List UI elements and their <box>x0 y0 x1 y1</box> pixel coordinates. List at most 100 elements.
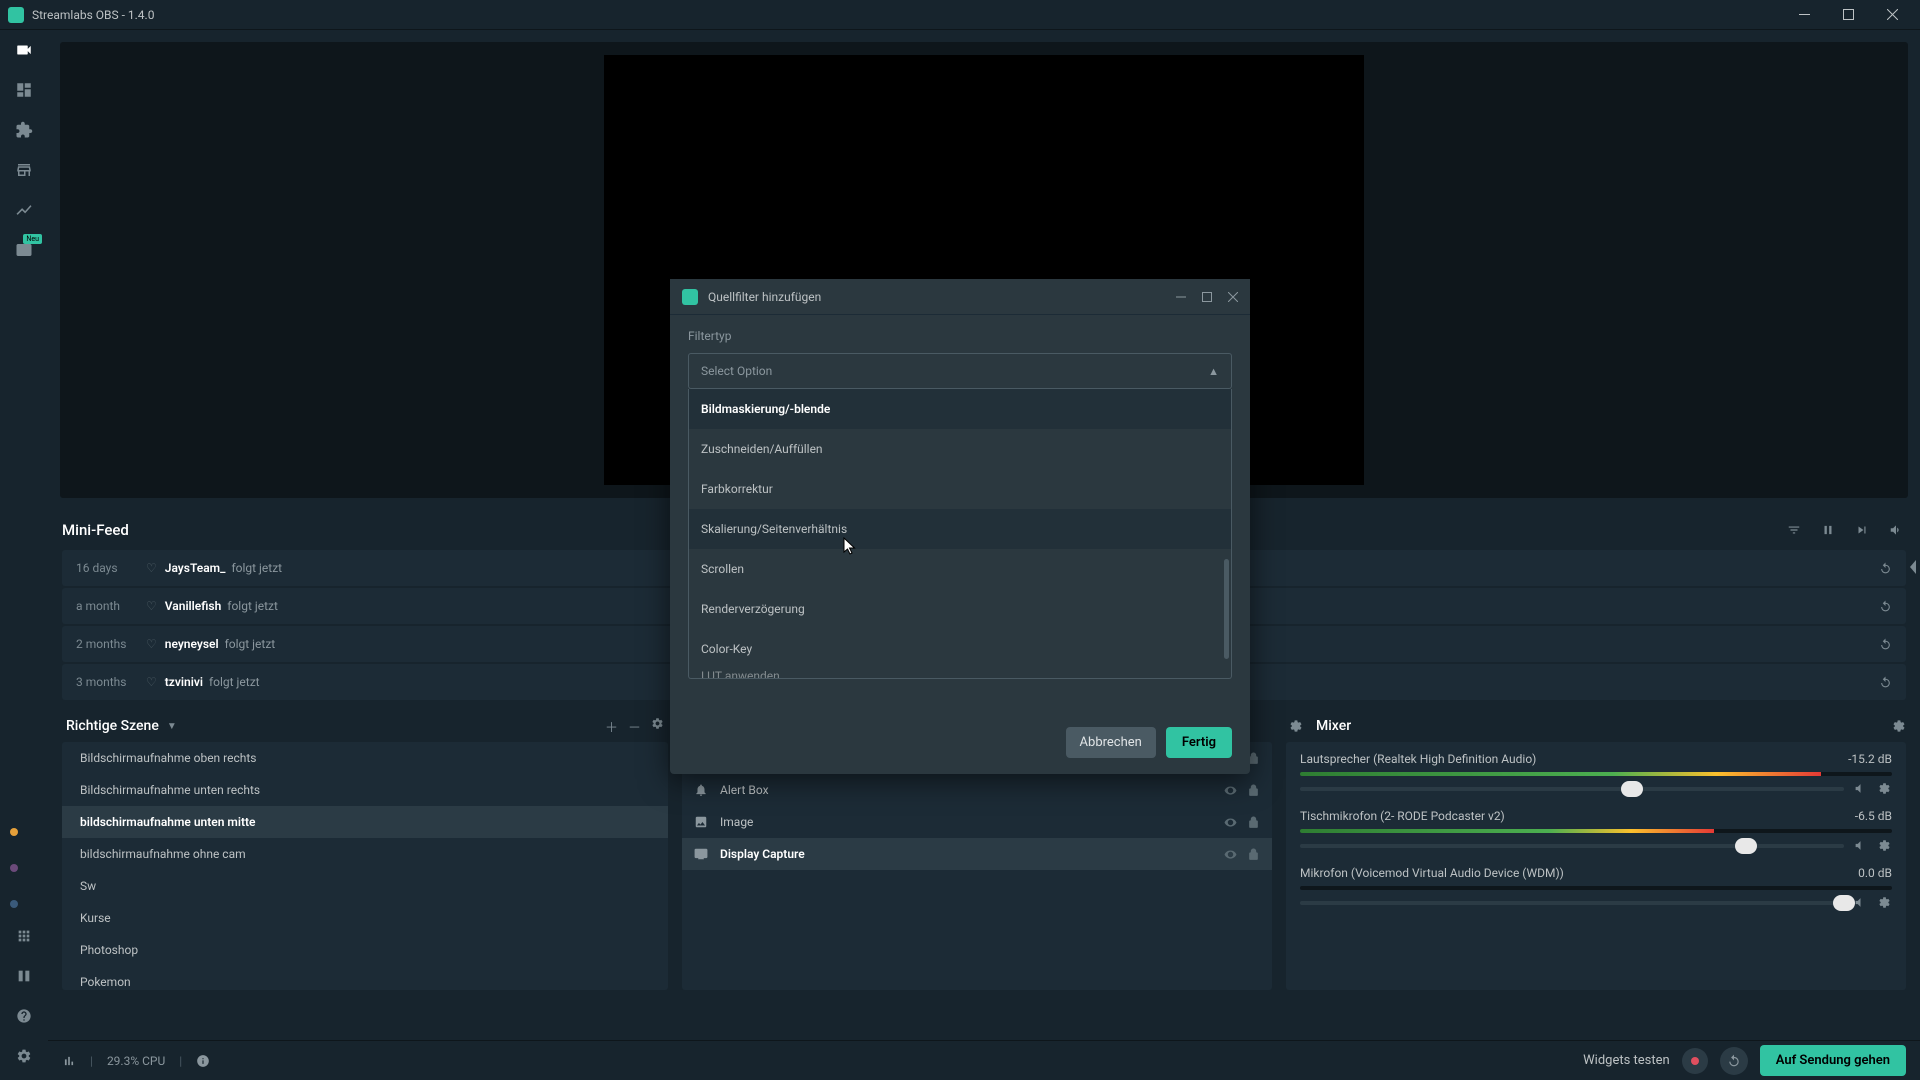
nav-apps-icon[interactable] <box>14 926 34 946</box>
nav-help-icon[interactable] <box>14 1006 34 1026</box>
slider-thumb[interactable] <box>1833 895 1855 911</box>
slider-thumb[interactable] <box>1735 838 1757 854</box>
filtertype-dropdown: Bildmaskierung/-blendeZuschneiden/Auffül… <box>688 389 1232 679</box>
filtertype-select[interactable]: Select Option ▲ <box>688 353 1232 389</box>
minifeed-volume-icon[interactable] <box>1886 520 1906 540</box>
minifeed-skip-icon[interactable] <box>1852 520 1872 540</box>
source-lock-icon[interactable] <box>1247 848 1260 861</box>
mixer-db-value: -15.2 dB <box>1848 752 1892 766</box>
window-minimize-button[interactable] <box>1784 1 1824 29</box>
modal-app-icon <box>682 289 698 305</box>
go-live-button[interactable]: Auf Sendung gehen <box>1760 1045 1906 1076</box>
dropdown-option[interactable]: Bildmaskierung/-blende <box>689 389 1231 429</box>
modal-title: Quellfilter hinzufügen <box>708 290 1176 304</box>
mixer-settings-gear-icon[interactable] <box>1878 896 1892 909</box>
nav-store-icon[interactable] <box>14 160 34 180</box>
nav-settings-icon[interactable] <box>14 1046 34 1066</box>
right-panel-toggle[interactable] <box>1908 560 1918 574</box>
source-item[interactable]: Display Capture <box>682 838 1272 870</box>
mixer-volume-slider[interactable] <box>1300 844 1844 848</box>
nav-new-badge: Neu <box>23 234 42 244</box>
nav-themes-icon[interactable]: Neu <box>14 240 34 260</box>
nav-multistream-icon[interactable] <box>14 966 34 986</box>
feed-time: 3 months <box>76 675 146 689</box>
window-maximize-button[interactable] <box>1828 1 1868 29</box>
scene-studio-indicators <box>10 828 18 908</box>
source-item[interactable]: Image <box>682 806 1272 838</box>
filtertype-label: Filtertyp <box>688 329 1232 343</box>
info-icon[interactable] <box>196 1054 210 1068</box>
nav-layers-icon[interactable] <box>14 80 34 100</box>
feed-username: Vanillefish <box>165 599 222 613</box>
scene-item[interactable]: bildschirmaufnahme unten mitte <box>62 806 668 838</box>
scenes-panel: Richtige Szene ▼ ＋ － Bildschirmaufnahme … <box>62 710 668 990</box>
scene-collection-dropdown[interactable]: Richtige Szene ▼ <box>66 718 605 734</box>
modal-maximize-button[interactable] <box>1202 292 1212 302</box>
minifeed-filter-icon[interactable] <box>1784 520 1804 540</box>
source-visibility-icon[interactable] <box>1224 784 1237 797</box>
scene-item[interactable]: Kurse <box>62 902 668 934</box>
bell-icon <box>694 783 708 797</box>
scene-item[interactable]: bildschirmaufnahme ohne cam <box>62 838 668 870</box>
dropdown-scrollbar[interactable] <box>1224 559 1229 659</box>
dropdown-option[interactable]: Scrollen <box>689 549 1231 589</box>
feed-username: neyneysel <box>165 637 219 651</box>
scene-item[interactable]: Sw <box>62 870 668 902</box>
mixer-mute-icon[interactable] <box>1854 896 1868 909</box>
mixer-channel-name: Lautsprecher (Realtek High Definition Au… <box>1300 752 1536 766</box>
mixer-mute-icon[interactable] <box>1854 782 1868 795</box>
dropdown-option[interactable]: Color-Key <box>689 629 1231 669</box>
replay-buffer-button[interactable] <box>1720 1047 1748 1075</box>
scene-add-button[interactable]: ＋ <box>605 717 618 736</box>
scene-indicator-live <box>10 828 18 836</box>
minifeed-pause-icon[interactable] <box>1818 520 1838 540</box>
stats-icon[interactable] <box>62 1054 76 1068</box>
window-close-button[interactable] <box>1872 1 1912 29</box>
dropdown-option[interactable]: Zuschneiden/Auffüllen <box>689 429 1231 469</box>
record-button[interactable] <box>1682 1048 1708 1074</box>
mixer-settings-gear-icon[interactable] <box>1878 782 1892 795</box>
modal-minimize-button[interactable] <box>1176 292 1186 302</box>
mixer-volume-slider[interactable] <box>1300 901 1844 905</box>
nav-plugin-icon[interactable] <box>14 120 34 140</box>
window-title: Streamlabs OBS - 1.4.0 <box>32 8 1784 22</box>
scene-indicator-preview <box>10 864 18 872</box>
dropdown-option[interactable]: Renderverzögerung <box>689 589 1231 629</box>
mixer-title: Mixer <box>1316 718 1892 734</box>
widgets-test-button[interactable]: Widgets testen <box>1583 1053 1670 1068</box>
mixer-db-value: -6.5 dB <box>1855 809 1892 823</box>
scene-item[interactable]: Photoshop <box>62 934 668 966</box>
heart-icon: ♡ <box>146 637 157 651</box>
feed-username: tzvinivi <box>165 675 203 689</box>
source-visibility-icon[interactable] <box>1224 848 1237 861</box>
slider-thumb[interactable] <box>1621 781 1643 797</box>
dropdown-option[interactable]: Skalierung/Seitenverhältnis <box>689 509 1231 549</box>
feed-repeat-icon[interactable] <box>1879 600 1892 613</box>
modal-close-button[interactable] <box>1228 292 1238 302</box>
scene-remove-button[interactable]: － <box>628 717 641 736</box>
mixer-advanced-icon[interactable] <box>1286 716 1306 736</box>
mixer-settings-icon[interactable] <box>1892 719 1906 733</box>
feed-repeat-icon[interactable] <box>1879 562 1892 575</box>
dropdown-option[interactable]: Farbkorrektur <box>689 469 1231 509</box>
scene-settings-button[interactable] <box>651 717 664 736</box>
done-button[interactable]: Fertig <box>1166 727 1232 758</box>
source-visibility-icon[interactable] <box>1224 816 1237 829</box>
source-item[interactable]: Alert Box <box>682 774 1272 806</box>
scene-item[interactable]: Pokemon <box>62 966 668 990</box>
nav-analytics-icon[interactable] <box>14 200 34 220</box>
feed-repeat-icon[interactable] <box>1879 638 1892 651</box>
mixer-settings-gear-icon[interactable] <box>1878 839 1892 852</box>
source-lock-icon[interactable] <box>1247 784 1260 797</box>
cancel-button[interactable]: Abbrechen <box>1066 727 1156 758</box>
scene-indicator-other <box>10 900 18 908</box>
scene-item[interactable]: Bildschirmaufnahme oben rechts <box>62 742 668 774</box>
dropdown-option[interactable]: LUT anwenden <box>689 669 1231 679</box>
source-lock-icon[interactable] <box>1247 816 1260 829</box>
feed-repeat-icon[interactable] <box>1879 676 1892 689</box>
mixer-volume-slider[interactable] <box>1300 787 1844 791</box>
nav-editor-icon[interactable] <box>14 40 34 60</box>
mixer-mute-icon[interactable] <box>1854 839 1868 852</box>
scene-item[interactable]: Bildschirmaufnahme unten rechts <box>62 774 668 806</box>
status-bar: | 29.3% CPU | Widgets testen Auf Sendung… <box>48 1040 1920 1080</box>
